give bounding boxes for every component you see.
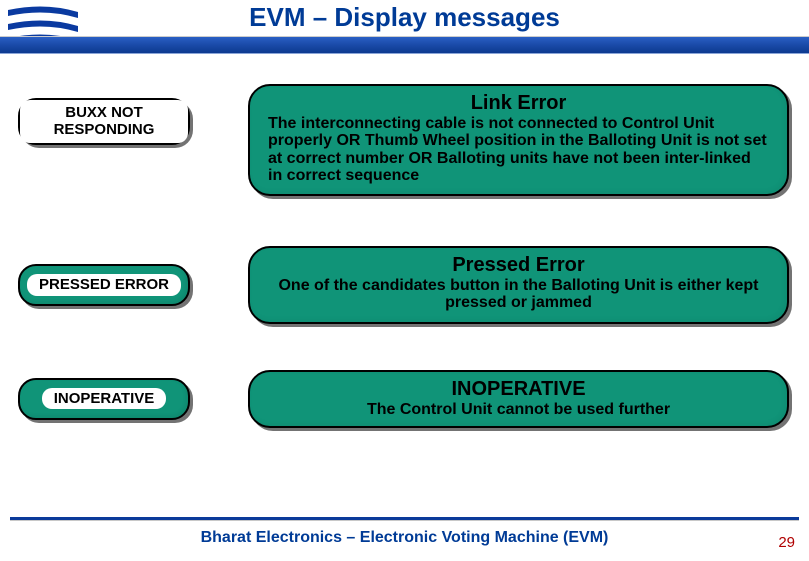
message-row: PRESSED ERROR Pressed Error One of the c… — [18, 246, 789, 324]
page-number: 29 — [778, 534, 795, 551]
desc-title: INOPERATIVE — [268, 378, 769, 401]
desc-title: Link Error — [268, 92, 769, 115]
message-row: BUXX NOT RESPONDING Link Error The inter… — [18, 84, 789, 196]
label-text: BUXX NOT RESPONDING — [20, 100, 188, 143]
label-text: INOPERATIVE — [42, 388, 167, 409]
desc-body: The interconnecting cable is not connect… — [268, 115, 769, 184]
label-pressed-error: PRESSED ERROR — [18, 264, 190, 306]
label-text: PRESSED ERROR — [27, 274, 181, 295]
desc-pressed-error: Pressed Error One of the candidates butt… — [248, 246, 789, 324]
title-bar: EVM – Display messages — [0, 0, 809, 56]
title-underline — [0, 36, 809, 54]
footer-divider — [10, 517, 799, 520]
header: EVM – Display messages — [0, 0, 809, 56]
desc-link-error: Link Error The interconnecting cable is … — [248, 84, 789, 196]
label-buxx-not-responding: BUXX NOT RESPONDING — [18, 98, 190, 145]
desc-inoperative: INOPERATIVE The Control Unit cannot be u… — [248, 370, 789, 428]
desc-body: The Control Unit cannot be used further — [268, 401, 769, 418]
footer: Bharat Electronics – Electronic Voting M… — [0, 517, 809, 561]
message-row: INOPERATIVE INOPERATIVE The Control Unit… — [18, 370, 789, 428]
footer-text: Bharat Electronics – Electronic Voting M… — [0, 517, 809, 547]
desc-body: One of the candidates button in the Ball… — [268, 277, 769, 312]
desc-title: Pressed Error — [268, 254, 769, 277]
label-inoperative: INOPERATIVE — [18, 378, 190, 420]
slide-title: EVM – Display messages — [0, 2, 809, 33]
content-area: BUXX NOT RESPONDING Link Error The inter… — [0, 56, 809, 428]
